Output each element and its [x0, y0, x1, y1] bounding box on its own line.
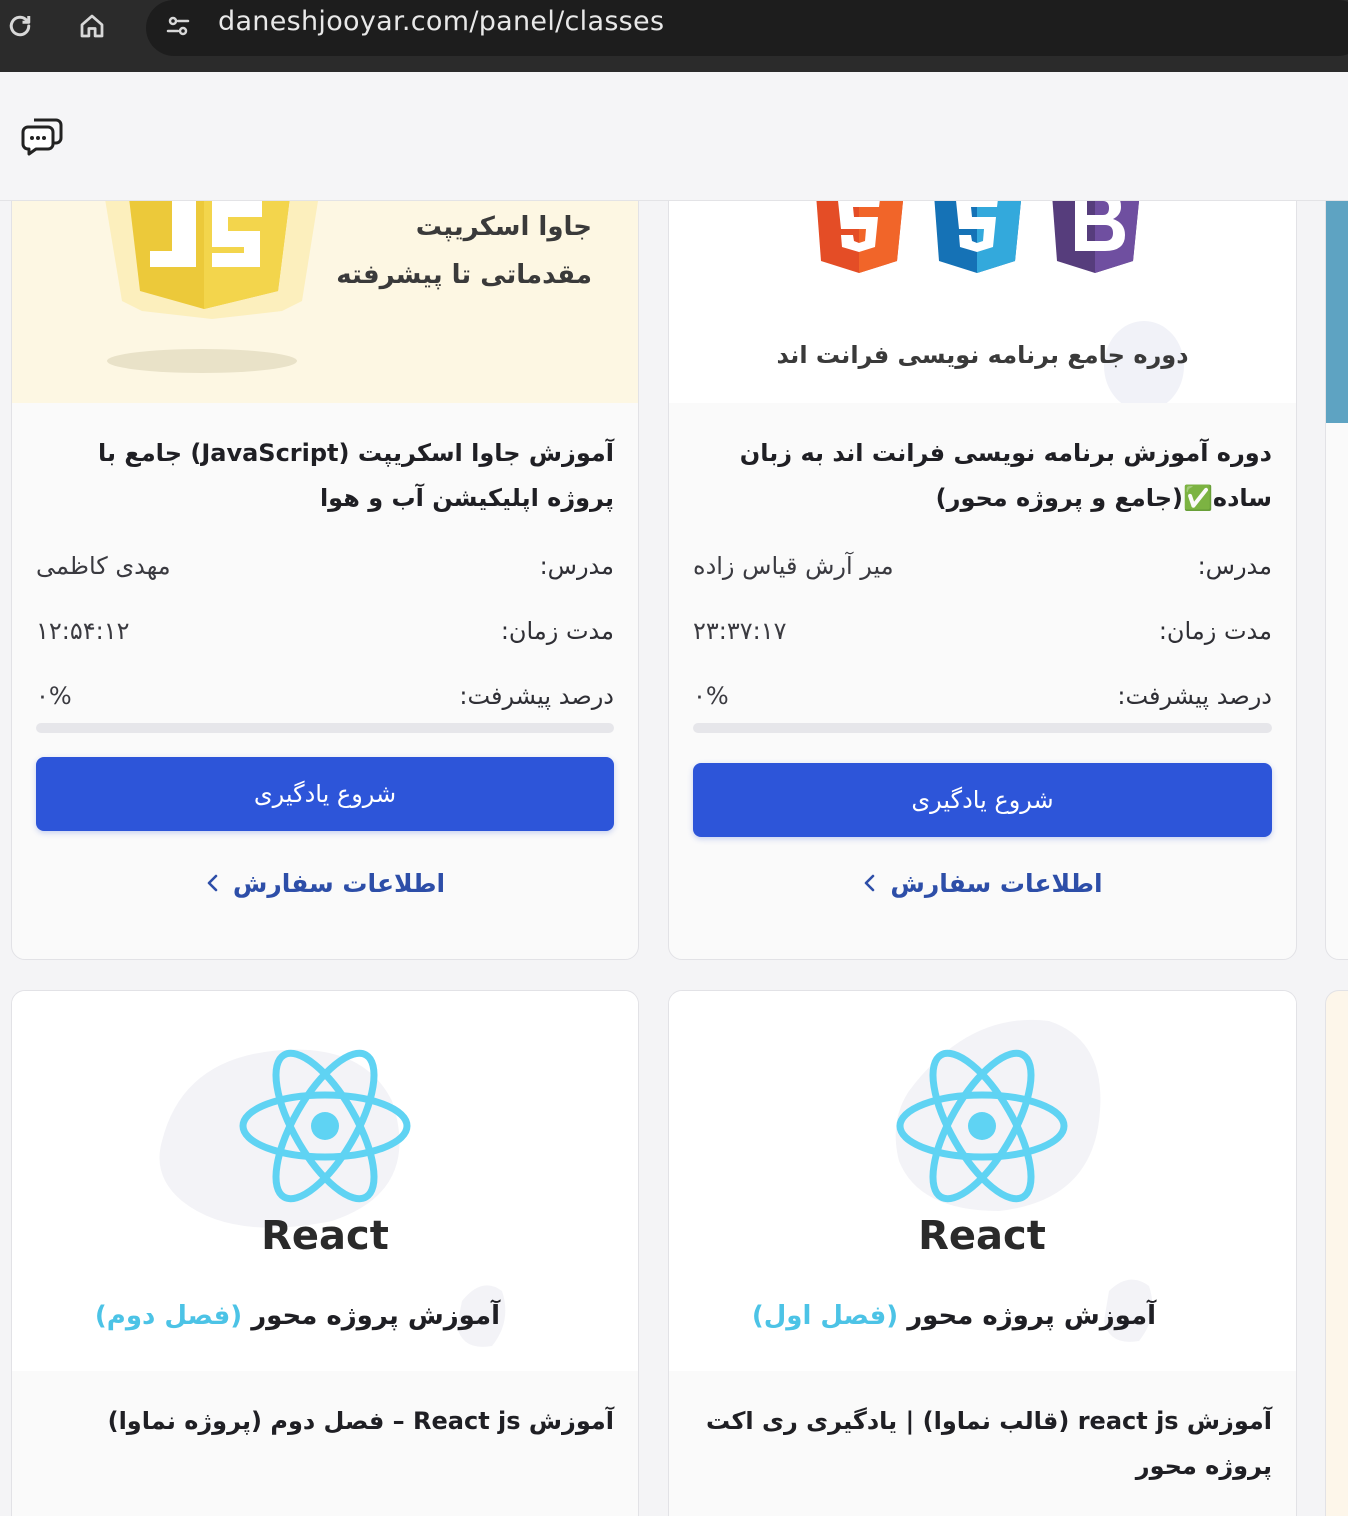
- start-learning-button[interactable]: شروع یادگیری: [693, 763, 1272, 837]
- support-chat-icon[interactable]: [16, 110, 68, 162]
- duration-label: مدت زمان:: [500, 617, 614, 645]
- course-title[interactable]: آموزش جاوا اسکریپت (JavaScript) جامع با …: [36, 431, 614, 521]
- course-thumbnail[interactable]: React آموزش پروژه محور (فصل اول): [669, 991, 1296, 1371]
- order-info-link[interactable]: اطلاعات سفارش: [693, 863, 1272, 903]
- course-title[interactable]: آموزش react js (قالب نماوا) | یادگیری ری…: [693, 1399, 1272, 1489]
- react-logo-text: React: [918, 1213, 1046, 1259]
- teacher-name: میر آرش قیاس زاده: [693, 552, 894, 580]
- course-card-partial: [1325, 200, 1348, 960]
- thumb-subtitle: آموزش پروژه محور (فصل اول): [752, 1301, 1156, 1331]
- teacher-label: مدرس:: [539, 552, 614, 580]
- chevron-left-icon: [207, 874, 218, 892]
- duration-value: ۱۲:۵۴:۱۲: [36, 617, 130, 645]
- thumb-subtitle-chapter: (فصل اول): [751, 1301, 899, 1331]
- thumb-subtitle: آموزش پروژه محور (فصل دوم): [95, 1301, 500, 1331]
- reload-icon[interactable]: [2, 8, 38, 44]
- order-info-label: اطلاعات سفارش: [890, 868, 1103, 898]
- course-card: React آموزش پروژه محور (فصل اول) آموزش r…: [668, 990, 1297, 1516]
- course-thumbnail[interactable]: دوره جامع برنامه نویسی فرانت اند: [669, 200, 1296, 403]
- progress-percent: ۰%: [693, 682, 729, 710]
- start-learning-button[interactable]: شروع یادگیری: [36, 757, 614, 831]
- progress-percent: ۰%: [36, 682, 72, 710]
- thumb-subtitle-main: آموزش پروژه محور: [242, 1301, 500, 1331]
- thumb-line-1: جاوا اسکریپت: [415, 212, 592, 242]
- course-card-partial: [1325, 990, 1348, 1516]
- url-text[interactable]: daneshjooyar.com/panel/classes: [218, 6, 664, 37]
- progress-label: درصد پیشرفت:: [1117, 682, 1272, 710]
- course-card: دوره جامع برنامه نویسی فرانت اند دوره آم…: [668, 200, 1297, 960]
- duration-value: ۲۳:۳۷:۱۷: [693, 617, 787, 645]
- thumb-subtitle-chapter: (فصل دوم): [94, 1301, 243, 1331]
- teacher-label: مدرس:: [1197, 552, 1272, 580]
- site-settings-icon[interactable]: [160, 8, 196, 44]
- course-thumbnail[interactable]: جاوا اسکریپت مقدماتی تا پیشرفته: [12, 200, 638, 403]
- teacher-name: مهدی کاظمی: [36, 552, 171, 580]
- course-card: React آموزش پروژه محور (فصل دوم) آموزش R…: [11, 990, 639, 1516]
- order-info-link[interactable]: اطلاعات سفارش: [36, 863, 614, 903]
- thumb-line-2: مقدماتی تا پیشرفته: [336, 260, 592, 290]
- course-card: جاوا اسکریپت مقدماتی تا پیشرفته آموزش جا…: [11, 200, 639, 960]
- site-header: [0, 72, 1348, 201]
- progress-label: درصد پیشرفت:: [459, 682, 614, 710]
- classes-grid: جاوا اسکریپت مقدماتی تا پیشرفته آموزش جا…: [0, 200, 1348, 1516]
- course-thumbnail: [1326, 200, 1348, 423]
- home-icon[interactable]: [74, 8, 110, 44]
- progress-bar: [693, 723, 1272, 733]
- course-title[interactable]: دوره آموزش برنامه نویسی فرانت اند به زبا…: [693, 431, 1272, 521]
- thumb-line-1: دوره جامع برنامه نویسی فرانت اند: [776, 341, 1189, 369]
- chevron-left-icon: [865, 874, 875, 892]
- progress-bar: [36, 723, 614, 733]
- duration-label: مدت زمان:: [1158, 617, 1272, 645]
- course-thumbnail[interactable]: React آموزش پروژه محور (فصل دوم): [12, 991, 638, 1371]
- course-title[interactable]: آموزش React js – فصل دوم (پروژه نماوا): [36, 1399, 614, 1444]
- react-logo-text: React: [261, 1213, 389, 1259]
- order-info-label: اطلاعات سفارش: [232, 868, 446, 898]
- browser-toolbar: daneshjooyar.com/panel/classes: [0, 0, 1348, 72]
- thumb-subtitle-main: آموزش پروژه محور: [898, 1301, 1156, 1331]
